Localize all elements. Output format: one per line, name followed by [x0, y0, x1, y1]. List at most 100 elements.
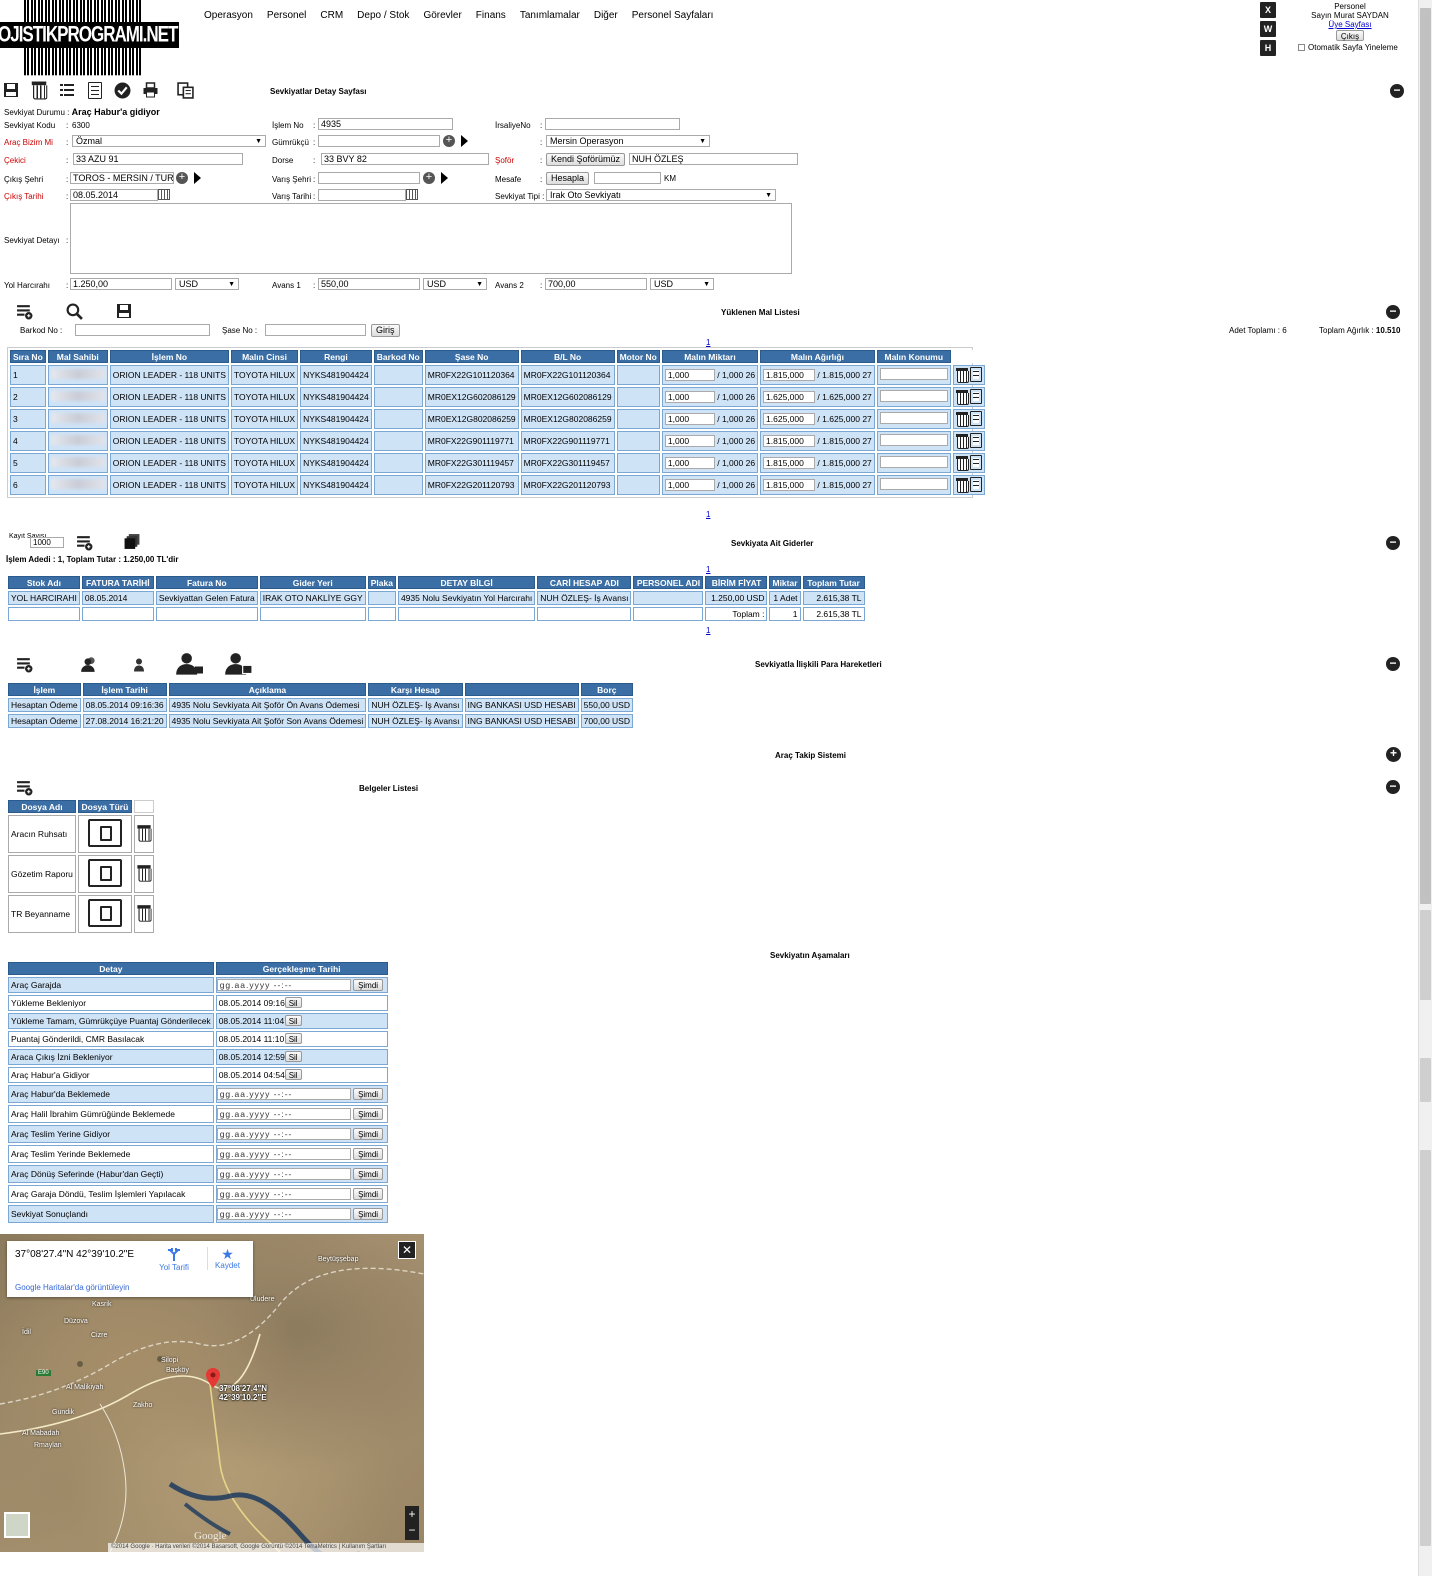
col-header[interactable]: B/L No	[520, 350, 615, 363]
col-header[interactable]: Borç	[580, 683, 633, 696]
directions-button[interactable]: Yol Tarifi	[157, 1247, 191, 1272]
location-input[interactable]	[879, 412, 948, 424]
trailer-input[interactable]: 33 BVY 82	[321, 153, 489, 165]
add-from-city-icon[interactable]: +	[176, 172, 188, 184]
add-user-icon[interactable]	[175, 651, 203, 675]
menu-personel-sayfalari[interactable]: Personel Sayfaları	[632, 10, 714, 21]
adv2-currency-select[interactable]: USD	[650, 278, 714, 290]
table-row[interactable]: Hesaptan Ödeme 08.05.2014 09:16:36 4935 No…	[8, 698, 633, 712]
delete-document-icon[interactable]	[137, 865, 152, 882]
collapse-cargo-icon[interactable]: −	[1386, 305, 1400, 319]
stage-delete-button[interactable]: Sil	[284, 1033, 302, 1044]
map-pin-icon[interactable]	[206, 1368, 220, 1388]
distance-input[interactable]	[594, 172, 661, 184]
delete-document-icon[interactable]	[137, 825, 152, 842]
menu-depo-stok[interactable]: Depo / Stok	[357, 10, 409, 21]
waybill-input[interactable]	[545, 118, 680, 130]
enter-button[interactable]: Giriş	[371, 324, 400, 337]
stage-now-button[interactable]: Şimdi	[353, 1148, 384, 1160]
col-header[interactable]: İşlem No	[109, 350, 229, 363]
scroll-thumb[interactable]	[1420, 8, 1431, 904]
stage-delete-button[interactable]: Sil	[284, 1015, 302, 1026]
adv1-currency-select[interactable]: USD	[423, 278, 487, 290]
stage-date-input[interactable]: gg.aa.yyyy --:--	[216, 1208, 351, 1220]
chassis-input[interactable]	[265, 324, 366, 336]
edit-row-icon[interactable]	[970, 432, 983, 448]
delete-row-icon[interactable]	[955, 411, 969, 427]
col-header[interactable]: DETAY BİLGİ	[397, 576, 536, 589]
delete-icon[interactable]	[30, 81, 48, 100]
page-scrollbar[interactable]	[1418, 0, 1432, 1576]
record-input[interactable]: 1000	[30, 537, 64, 548]
stage-now-button[interactable]: Şimdi	[353, 1168, 384, 1180]
copy-icon[interactable]	[176, 81, 194, 99]
col-header[interactable]: Fatura No	[155, 576, 258, 589]
driver-input[interactable]: NUH ÖZLEŞ	[629, 153, 798, 165]
calendar-icon[interactable]	[158, 189, 170, 200]
edit-row-icon[interactable]	[970, 410, 983, 426]
stage-date-input[interactable]: 08.05.2014 09:16	[217, 997, 285, 1009]
stage-now-button[interactable]: Şimdi	[353, 1188, 384, 1200]
menu-diger[interactable]: Diğer	[594, 10, 618, 21]
stage-date-input[interactable]: 08.05.2014 11:04	[217, 1015, 285, 1027]
zoom-in-button[interactable]: +	[405, 1506, 419, 1522]
stage-date-input[interactable]: 08.05.2014 04:54	[217, 1069, 285, 1081]
weight-input[interactable]: 1.815,000	[763, 369, 816, 381]
delete-row-icon[interactable]	[955, 433, 969, 449]
approve-icon[interactable]	[113, 81, 131, 99]
auto-refresh-checkbox[interactable]	[1298, 44, 1305, 51]
collapse-detail-icon[interactable]: −	[1390, 84, 1404, 98]
weight-input[interactable]: 1.815,000	[763, 479, 816, 491]
adv2-input[interactable]: 700,00	[545, 278, 647, 290]
from-city-arrow-icon[interactable]	[194, 172, 201, 184]
folder-icon[interactable]	[87, 859, 122, 887]
stage-date-input[interactable]: gg.aa.yyyy --:--	[216, 1188, 351, 1200]
delete-row-icon[interactable]	[955, 455, 969, 471]
col-header[interactable]: Açıklama	[168, 683, 367, 696]
zoom-out-button[interactable]: −	[405, 1522, 419, 1538]
map-type-toggle[interactable]	[4, 1512, 30, 1538]
road-input[interactable]: 1.250,00	[70, 278, 172, 290]
col-header[interactable]: Malın Konumu	[876, 350, 951, 363]
stage-date-input[interactable]: 08.05.2014 12:59	[217, 1051, 285, 1063]
users-icon[interactable]	[80, 655, 98, 673]
col-header[interactable]: İşlem	[8, 683, 81, 696]
qty-input[interactable]: 1,000	[664, 413, 715, 425]
list-icon[interactable]	[58, 81, 76, 99]
calculate-button[interactable]: Hesapla	[546, 172, 590, 185]
logout-button[interactable]: Çıkış	[1335, 30, 1365, 41]
profile-link[interactable]: Üye Sayfası	[1328, 20, 1371, 29]
menu-tanimlamalar[interactable]: Tanımlamalar	[520, 10, 580, 21]
weight-input[interactable]: 1.815,000	[763, 435, 816, 447]
stage-delete-button[interactable]: Sil	[284, 1069, 302, 1080]
notes-textarea[interactable]	[70, 203, 792, 274]
col-header[interactable]: Karşı Hesap	[368, 683, 463, 696]
col-header[interactable]: Malın Cinsi	[230, 350, 299, 363]
table-row[interactable]: 5 ORION LEADER - 118 UNITS TOYOTA HILUX NYK…	[10, 453, 986, 473]
calendar-icon[interactable]	[406, 189, 418, 200]
col-header[interactable]: Miktar	[769, 576, 801, 589]
stage-now-button[interactable]: Şimdi	[353, 1128, 384, 1140]
to-city-input[interactable]	[318, 172, 420, 184]
add-list-icon[interactable]	[15, 655, 33, 673]
user-icon[interactable]	[130, 655, 148, 673]
pagination-link[interactable]: 1	[706, 565, 710, 574]
add-customs-icon[interactable]: +	[443, 135, 455, 147]
delete-row-icon[interactable]	[955, 389, 969, 405]
edit-row-icon[interactable]	[970, 366, 983, 382]
qty-input[interactable]: 1,000	[664, 479, 715, 491]
stage-date-input[interactable]: gg.aa.yyyy --:--	[216, 1108, 351, 1120]
job-input[interactable]: 4935	[318, 118, 453, 130]
stage-date-input[interactable]: gg.aa.yyyy --:--	[216, 1148, 351, 1160]
edit-row-icon[interactable]	[970, 454, 983, 470]
weight-input[interactable]: 1.815,000	[763, 457, 816, 469]
stage-now-button[interactable]: Şimdi	[353, 979, 384, 991]
excel-export-icon[interactable]: X	[1260, 2, 1276, 18]
stage-delete-button[interactable]: Sil	[284, 997, 302, 1008]
stage-date-input[interactable]: 08.05.2014 11:10	[217, 1033, 285, 1045]
col-header[interactable]: FATURA TARİHİ	[81, 576, 154, 589]
search-icon[interactable]	[65, 302, 83, 320]
folder-icon[interactable]	[87, 899, 122, 927]
open-in-maps-link[interactable]: Google Haritalar'da görüntüleyin	[15, 1283, 129, 1292]
edit-row-icon[interactable]	[970, 388, 983, 404]
